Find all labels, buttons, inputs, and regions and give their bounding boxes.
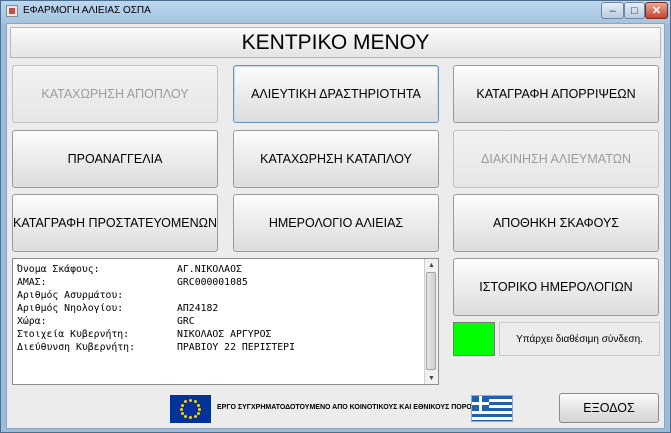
departure-registration-button[interactable]: ΚΑΤΑΧΩΡΗΣΗ ΑΠΟΠΛΟΥ <box>12 65 218 123</box>
greek-flag-icon <box>471 395 513 422</box>
info-row: Αριθμός Νηολογίου: ΑΠ24182 <box>17 303 219 314</box>
eu-flag-icon <box>170 395 211 423</box>
vessel-info-panel[interactable]: Όνομα Σκάφους: ΑΓ.ΝΙΚΟΛΑΟΣ ΑΜΑΣ: GRC000001… <box>12 258 439 385</box>
catch-transport-button[interactable]: ΔΙΑΚΙΝΗΣΗ ΑΛΙΕΥΜΑΤΩΝ <box>453 130 659 188</box>
exit-button[interactable]: ΕΞΟΔΟΣ <box>559 393 659 423</box>
close-button[interactable]: ✕ <box>645 2 668 19</box>
logbook-history-button[interactable]: ΙΣΤΟΡΙΚΟ ΗΜΕΡΟΛΟΓΙΩΝ <box>453 258 659 316</box>
page-title: ΚΕΝΤΡΙΚΟ ΜΕΝΟΥ <box>10 27 661 58</box>
minimize-button[interactable]: – <box>601 2 624 19</box>
connection-status-text: Υπάρχει διαθέσιμη σύνδεση. <box>499 322 660 356</box>
title-bar[interactable]: ΕΦΑΡΜΟΓΗ ΑΛΙΕΙΑΣ ΟΣΠΑ – □ ✕ <box>1 1 670 23</box>
scroll-up-arrow-icon[interactable]: ▲ <box>425 259 438 271</box>
info-row: Διεύθυνση Κυβερνήτη: ΠΡΑΒΙΟΥ 22 ΠΕΡΙΣΤΕΡΙ <box>17 342 295 353</box>
info-row: Αριθμός Ασυρμάτου: <box>17 290 124 301</box>
discards-record-button[interactable]: ΚΑΤΑΓΡΑΦΗ ΑΠΟΡΡΙΨΕΩΝ <box>453 65 659 123</box>
protected-species-button[interactable]: ΚΑΤΑΓΡΑΦΗ ΠΡΟΣΤΑΤΕΥΟΜΕΝΩΝ <box>12 194 218 252</box>
app-icon <box>6 5 18 17</box>
window-title: ΕΦΑΡΜΟΓΗ ΑΛΙΕΙΑΣ ΟΣΠΑ <box>23 5 151 16</box>
info-row: Στοιχεία Κυβερνήτη: ΝΙΚΟΛΑΟΣ ΑΡΓΥΡΟΣ <box>17 329 272 340</box>
landing-registration-button[interactable]: ΚΑΤΑΧΩΡΗΣΗ ΚΑΤΑΠΛΟΥ <box>233 130 439 188</box>
maximize-button[interactable]: □ <box>624 2 645 19</box>
fishing-logbook-button[interactable]: ΗΜΕΡΟΛΟΓΙΟ ΑΛΙΕΙΑΣ <box>233 194 439 252</box>
scroll-down-arrow-icon[interactable]: ▼ <box>425 372 438 384</box>
main-panel: ΚΕΝΤΡΙΚΟ ΜΕΝΟΥ ΚΑΤΑΧΩΡΗΣΗ ΑΠΟΠΛΟΥ ΑΛΙΕΥΤ… <box>6 23 665 429</box>
info-row: ΑΜΑΣ: GRC000001085 <box>17 277 248 288</box>
info-row: Χώρα: GRC <box>17 316 195 327</box>
fishing-activity-button[interactable]: ΑΛΙΕΥΤΙΚΗ ΔΡΑΣΤΗΡΙΟΤΗΤΑ <box>233 65 439 123</box>
connection-status-indicator <box>453 322 495 356</box>
vessel-storage-button[interactable]: ΑΠΟΘΗΚΗ ΣΚΑΦΟΥΣ <box>453 194 659 252</box>
info-row: Όνομα Σκάφους: ΑΓ.ΝΙΚΟΛΑΟΣ <box>17 264 242 275</box>
cofunding-text: ΕΡΓΟ ΣΥΓΧΡΗΜΑΤΟΔΟΤΟΥΜΕΝΟ ΑΠΟ ΚΟΙΝΟΤΙΚΟΥΣ… <box>217 404 481 411</box>
vertical-scrollbar[interactable]: ▲ ▼ <box>424 259 438 384</box>
scrollbar-thumb[interactable] <box>426 272 436 370</box>
app-window: ΕΦΑΡΜΟΓΗ ΑΛΙΕΙΑΣ ΟΣΠΑ – □ ✕ ΚΕΝΤΡΙΚΟ ΜΕΝ… <box>0 0 671 433</box>
prior-notification-button[interactable]: ΠΡΟΑΝΑΓΓΕΛΙΑ <box>12 130 218 188</box>
vessel-info-text: Όνομα Σκάφους: ΑΓ.ΝΙΚΟΛΑΟΣ ΑΜΑΣ: GRC000001… <box>17 263 422 354</box>
